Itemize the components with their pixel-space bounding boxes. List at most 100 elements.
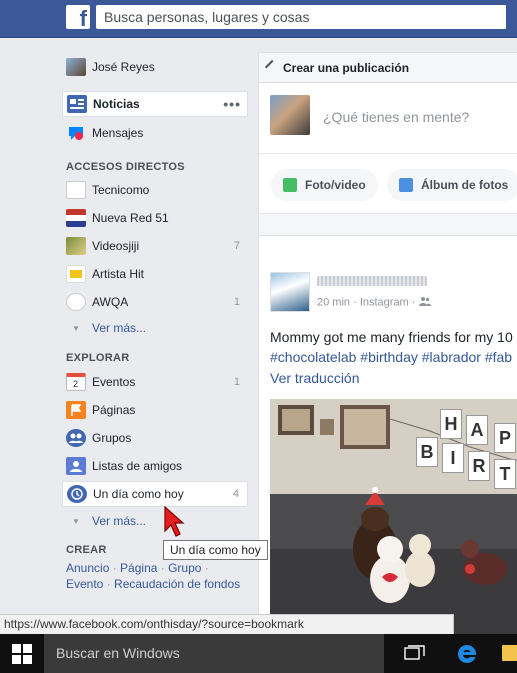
calendar-icon: 2 [66,373,86,391]
create-fundraiser-link[interactable]: Recaudación de fondos [114,577,240,591]
sidebar-item-count: 7 [233,240,240,252]
sidebar-item-eventos[interactable]: 2 Eventos 1 [62,369,248,395]
banner-letter: R [468,451,490,481]
post-meta: 20 min · Instagram · [317,296,431,309]
tecnicomo-icon [66,181,86,199]
sidebar-item-artista-hit[interactable]: Artista Hit [62,261,248,287]
sidebar-item-paginas[interactable]: Páginas [62,397,248,423]
top-navigation-bar: f Busca personas, lugares y cosas [0,0,517,38]
shortcuts-see-more-link[interactable]: ▼ Ver más... [62,319,146,337]
sidebar-item-label: Eventos [92,375,136,389]
see-translation-link[interactable]: Ver traducción [270,370,360,386]
photo-video-button[interactable]: Foto/video [271,169,378,201]
post-time[interactable]: 20 min [317,296,350,308]
create-title: CREAR [66,544,107,556]
separator: · [408,296,419,309]
explore-see-more-link[interactable]: ▼ Ver más... [62,512,146,530]
shortcuts-title: ACCESOS DIRECTOS [66,161,185,173]
post-source[interactable]: Instagram [360,296,409,308]
separator: · [201,561,209,575]
explore-title: EXPLORAR [66,352,130,364]
composer-header[interactable]: Crear una publicación [259,53,517,83]
divider [259,153,517,154]
sidebar-item-videosjiji[interactable]: Videosjiji 7 [62,233,248,259]
more-options-icon[interactable]: ••• [223,96,241,112]
nueva-red-icon [66,209,86,227]
create-pagina-link[interactable]: Página [120,561,157,575]
sidebar-item-nueva-red[interactable]: Nueva Red 51 [62,205,248,231]
logo-letter: f [79,6,87,31]
windows-search-input[interactable]: Buscar en Windows [44,634,384,673]
avatar [270,95,310,135]
sidebar-item-mensajes[interactable]: Mensajes [62,120,248,146]
post-author-name-blurred[interactable] [317,276,427,286]
friends-audience-icon[interactable] [418,296,431,309]
sidebar-item-label: Mensajes [92,126,144,140]
task-view-icon[interactable] [404,645,426,661]
sidebar-item-label: Páginas [92,403,136,417]
browser-status-url: https://www.facebook.com/onthisday/?sour… [0,614,454,634]
tooltip: Un día como hoy [163,540,268,560]
post-author-avatar[interactable] [270,272,310,312]
post-hashtags[interactable]: #chocolatelab #birthday #labrador #fab [270,347,512,367]
profile-avatar [66,58,86,76]
flag-icon [66,401,86,419]
sidebar-item-grupos[interactable]: Grupos [62,425,248,451]
post-photo[interactable]: H A P B I R T H [270,399,517,634]
messenger-icon [66,124,86,142]
facebook-logo-icon[interactable]: f [66,5,90,31]
post-text: Mommy got me many friends for my 10 [270,329,513,345]
composer-title: Crear una publicación [283,60,410,75]
separator: · [350,296,360,309]
mouse-cursor-icon [164,505,185,537]
sidebar-item-awqa[interactable]: AWQA 1 [62,289,248,315]
photo-album-button[interactable]: Álbum de fotos [387,169,517,201]
artista-hit-icon [66,265,86,283]
sidebar-item-label: Videosjiji [92,239,140,253]
file-explorer-icon[interactable] [502,645,517,661]
sidebar-item-noticias[interactable]: Noticias ••• [62,91,248,117]
see-more-label: Ver más... [92,321,147,335]
composer-input[interactable]: ¿Qué tienes en mente? [323,109,469,125]
sidebar-item-tecnicomo[interactable]: Tecnicomo [62,177,248,203]
chevron-down-icon: ▼ [72,323,80,333]
awqa-icon [66,293,86,311]
edge-browser-icon[interactable] [456,643,478,665]
banner-letter: B [416,437,438,467]
pencil-icon [264,59,280,74]
sidebar-item-count: 1 [233,376,240,388]
sidebar-item-listas-de-amigos[interactable]: Listas de amigos [62,453,248,479]
create-anuncio-link[interactable]: Anuncio [66,561,109,575]
windows-search-placeholder: Buscar en Windows [56,645,180,661]
banner-letter: A [466,415,488,445]
create-evento-link[interactable]: Evento [66,577,103,591]
sidebar-profile-link[interactable]: José Reyes [62,54,248,80]
search-placeholder: Busca personas, lugares y cosas [104,9,310,25]
banner-letter: I [442,443,464,473]
videosjiji-icon [66,237,86,255]
see-more-label: Ver más... [92,514,147,528]
sidebar-item-label: Nueva Red 51 [92,211,169,225]
groups-icon [66,429,86,447]
sidebar-item-un-dia-como-hoy[interactable]: Un día como hoy 4 [62,481,248,507]
banner-letter: P [494,423,516,453]
sidebar-item-label: AWQA [92,295,129,309]
chevron-down-icon: ▼ [72,516,80,526]
sidebar-item-label: Listas de amigos [92,459,183,473]
banner-letter: T [494,459,516,489]
search-input[interactable]: Busca personas, lugares y cosas [96,5,506,29]
banner-letter: H [440,409,462,439]
sidebar-item-label: Grupos [92,431,132,445]
on-this-day-icon [67,485,87,503]
friend-list-icon [66,457,86,475]
create-links: Anuncio · Página · Grupo · Evento · Reca… [66,560,256,592]
create-post-composer: Crear una publicación ¿Qué tienes en men… [258,52,517,248]
feed-post: 20 min · Instagram · Mommy got me many f… [258,235,517,635]
photo-icon [283,178,297,192]
sidebar-item-count: 4 [232,488,239,500]
create-grupo-link[interactable]: Grupo [168,561,201,575]
album-icon [399,178,413,192]
news-feed-icon [67,95,87,113]
windows-start-icon[interactable] [12,644,32,664]
sidebar-item-label: Tecnicomo [92,183,150,197]
